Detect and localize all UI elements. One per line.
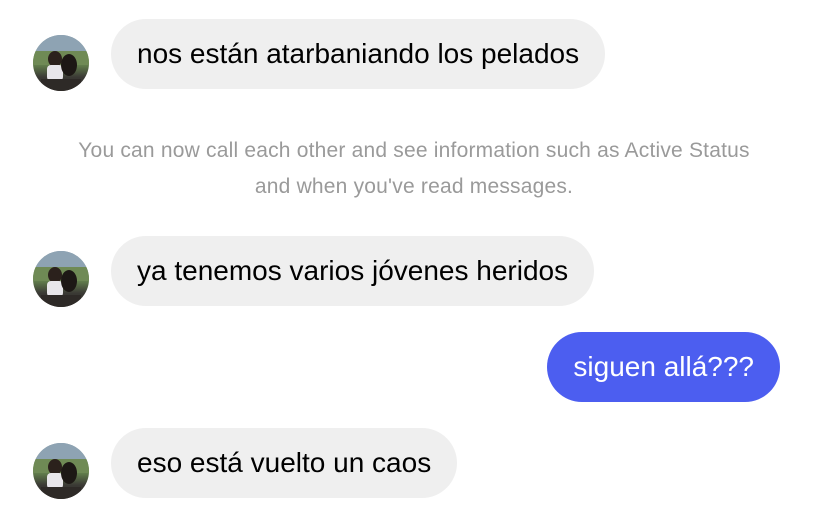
message-bubble-incoming[interactable]: eso está vuelto un caos [111, 428, 458, 498]
message-bubble-incoming[interactable]: nos están atarbaniando los pelados [111, 19, 606, 89]
contact-photo-icon [33, 443, 89, 499]
contact-avatar[interactable] [33, 251, 89, 307]
message-bubble-incoming[interactable]: ya tenemos varios jóvenes heridos [111, 236, 595, 306]
contact-avatar[interactable] [33, 35, 89, 91]
chat-notice-line-1: You can now call each other and see info… [78, 139, 750, 162]
contact-photo-icon [33, 35, 89, 91]
chat-notice: You can now call each other and see info… [0, 133, 828, 205]
chat-notice-line-2: and when you've read messages. [254, 175, 574, 198]
contact-photo-icon [33, 251, 89, 307]
message-bubble-outgoing[interactable]: siguen allá??? [547, 332, 780, 402]
contact-avatar[interactable] [33, 443, 89, 499]
